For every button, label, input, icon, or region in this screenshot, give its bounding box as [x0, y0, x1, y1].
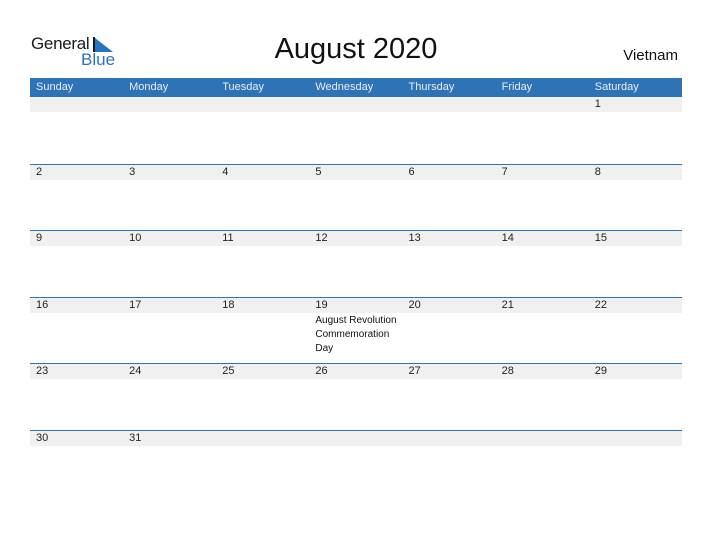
day-number: 3 — [129, 165, 136, 178]
week-days: 9 10 11 12 13 14 15 — [30, 231, 682, 297]
day-number: 6 — [408, 165, 415, 178]
day-number: 2 — [36, 165, 43, 178]
day-cell: 30 — [30, 431, 123, 497]
day-cell: 29 — [589, 364, 682, 430]
day-cell: 3 — [123, 165, 216, 231]
week-days: 2 3 4 5 6 7 8 — [30, 165, 682, 231]
day-cell — [496, 431, 589, 497]
day-cell — [403, 431, 496, 497]
day-cell: 5 — [309, 165, 402, 231]
day-number: 27 — [408, 365, 421, 378]
day-cell: 21 — [496, 298, 589, 364]
day-cell: 15 — [589, 231, 682, 297]
day-cell: 19 August Revolution Commemoration Day — [309, 298, 406, 364]
day-number: 14 — [501, 232, 514, 245]
day-cell: 12 — [309, 231, 402, 297]
day-cell: 26 — [309, 364, 402, 430]
calendar-grid: Sunday Monday Tuesday Wednesday Thursday… — [30, 78, 682, 497]
day-number: 31 — [129, 431, 142, 444]
day-cell: 18 — [216, 298, 309, 364]
day-number: 9 — [36, 232, 43, 245]
day-cell: 28 — [496, 364, 589, 430]
day-number: 18 — [222, 298, 235, 311]
day-cell: 11 — [216, 231, 309, 297]
day-number: 29 — [594, 365, 607, 378]
day-number: 15 — [594, 232, 607, 245]
day-cell — [216, 431, 309, 497]
day-number: 26 — [315, 365, 328, 378]
calendar-title: August 2020 — [274, 33, 438, 65]
day-cell — [496, 97, 589, 164]
day-cell: 27 — [403, 364, 496, 430]
day-cell: 20 — [403, 298, 496, 364]
week-row: 16 17 18 19 August Revolution Commemoration … — [30, 296, 682, 364]
day-number: 5 — [315, 165, 322, 178]
week-row: 30 31 — [30, 429, 682, 497]
day-cell — [589, 431, 682, 497]
week-row: 1 — [30, 97, 682, 164]
country-label: Vietnam — [623, 47, 678, 64]
day-number: 23 — [36, 365, 49, 378]
day-cell: 10 — [123, 231, 216, 297]
day-number: 30 — [36, 431, 49, 444]
day-cell — [309, 97, 402, 164]
weekday-header: Sunday Monday Tuesday Wednesday Thursday… — [30, 78, 682, 97]
day-cell — [403, 97, 496, 164]
day-number: 28 — [501, 365, 514, 378]
weekday-monday: Monday — [129, 81, 169, 93]
week-row: 2 3 4 5 6 7 8 — [30, 163, 682, 231]
day-cell: 7 — [496, 165, 589, 231]
weekday-sunday: Sunday — [36, 81, 74, 93]
weekday-tuesday: Tuesday — [222, 81, 265, 93]
day-cell: 6 — [403, 165, 496, 231]
day-number: 13 — [408, 232, 421, 245]
day-cell: 24 — [123, 364, 216, 430]
day-number: 21 — [501, 298, 514, 311]
day-cell — [30, 97, 123, 164]
day-number: 20 — [408, 298, 421, 311]
day-cell — [309, 431, 402, 497]
week-days: 23 24 25 26 27 28 29 — [30, 364, 682, 430]
weekday-friday: Friday — [501, 81, 533, 93]
day-cell — [216, 97, 309, 164]
day-number: 19 — [315, 298, 328, 311]
day-number: 4 — [222, 165, 229, 178]
day-cell: 2 — [30, 165, 123, 231]
week-days: 30 31 — [30, 431, 682, 497]
week-row: 23 24 25 26 27 28 29 — [30, 363, 682, 430]
day-cell: 8 — [589, 165, 682, 231]
day-number: 7 — [501, 165, 508, 178]
day-number: 16 — [36, 298, 49, 311]
day-number: 11 — [222, 232, 234, 245]
day-cell: 1 — [589, 97, 682, 164]
day-cell: 31 — [123, 431, 216, 497]
weeks-container: 1 2 3 4 5 6 7 8 9 10 11 12 13 14 15 16 17 18 19 August Revo… — [30, 97, 682, 497]
day-cell: 25 — [216, 364, 309, 430]
day-number: 8 — [594, 165, 601, 178]
day-cell: 4 — [216, 165, 309, 231]
week-days: 16 17 18 19 August Revolution Commemoration … — [30, 298, 682, 364]
day-cell: 23 — [30, 364, 123, 430]
day-cell: 13 — [403, 231, 496, 297]
day-number: 10 — [129, 232, 142, 245]
day-cell — [123, 97, 216, 164]
day-number: 1 — [594, 98, 601, 110]
day-number: 24 — [129, 365, 142, 378]
day-cell: 22 — [589, 298, 682, 364]
weekday-saturday: Saturday — [594, 81, 639, 93]
week-row: 9 10 11 12 13 14 15 — [30, 230, 682, 297]
day-cell: 9 — [30, 231, 123, 297]
week-days: 1 — [30, 97, 682, 164]
weekday-wednesday: Wednesday — [315, 81, 374, 93]
day-number: 17 — [129, 298, 142, 311]
weekday-thursday: Thursday — [408, 81, 455, 93]
day-number: 22 — [594, 298, 607, 311]
holiday-event: August Revolution Commemoration Day — [315, 313, 406, 356]
day-number: 12 — [315, 232, 328, 245]
day-number: 25 — [222, 365, 235, 378]
day-cell: 14 — [496, 231, 589, 297]
day-cell: 17 — [123, 298, 216, 364]
day-cell: 16 — [30, 298, 123, 364]
